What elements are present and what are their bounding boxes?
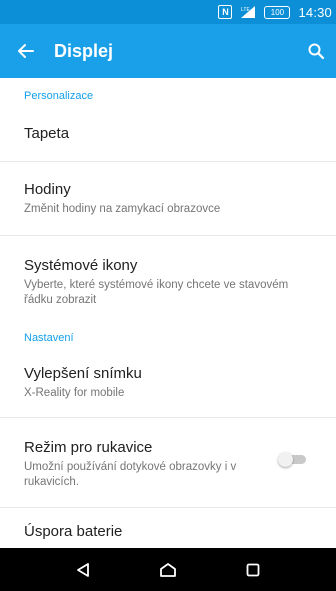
navigation-bar [0, 548, 336, 591]
status-bar: N LTE 100 14:30 [0, 0, 336, 24]
settings-item-systemove-ikony[interactable]: Systémové ikony Vyberte, které systémové… [0, 236, 336, 322]
search-button[interactable] [296, 24, 336, 78]
nfc-label: N [218, 5, 233, 19]
settings-item-rezim-pro-rukavice[interactable]: Režim pro rukavice Umožní používání doty… [0, 418, 336, 508]
item-subtitle: Vyberte, které systémové ikony chcete ve… [24, 279, 289, 306]
item-subtitle: Změnit hodiny na zamykací obrazovce [24, 203, 221, 215]
nav-home-button[interactable] [150, 552, 186, 588]
settings-item-tapeta[interactable]: Tapeta [0, 106, 336, 162]
item-title: Vylepšení snímku [24, 365, 142, 382]
settings-item-uspora-baterie[interactable]: Úspora baterie [0, 508, 336, 548]
settings-item-vylepseni-snimku[interactable]: Vylepšení snímku X-Reality for mobile [0, 348, 336, 418]
toggle-thumb [278, 452, 293, 467]
triangle-back-icon [76, 562, 89, 577]
back-button[interactable] [4, 24, 48, 78]
section-header-personalizace: Personalizace [24, 90, 94, 102]
item-title: Režim pro rukavice [24, 439, 153, 456]
nav-recents-button[interactable] [235, 552, 271, 588]
glove-mode-toggle[interactable] [278, 451, 306, 467]
battery-level: 100 [270, 7, 285, 17]
home-icon [160, 562, 176, 577]
item-title: Systémové ikony [24, 257, 138, 274]
app-bar: Displej [0, 24, 336, 78]
item-title: Tapeta [24, 125, 70, 142]
item-subtitle: Umožní používání dotykové obrazovky i v … [24, 461, 237, 488]
nav-back-button[interactable] [65, 552, 101, 588]
arrow-left-icon [18, 44, 34, 58]
item-title: Úspora baterie [24, 523, 123, 540]
item-title: Hodiny [24, 181, 71, 198]
recents-square-icon [246, 563, 260, 576]
settings-item-hodiny[interactable]: Hodiny Změnit hodiny na zamykací obrazov… [0, 162, 336, 236]
nfc-icon: N [218, 5, 233, 19]
section-header-nastaveni: Nastavení [24, 332, 74, 344]
signal-label: LTE [241, 7, 250, 13]
battery-icon: 100 [264, 5, 291, 19]
settings-list: Personalizace Tapeta Hodiny Změnit hodin… [0, 78, 336, 548]
status-time: 14:30 [298, 4, 332, 20]
signal-icon: LTE [240, 5, 256, 19]
page-title: Displej [54, 40, 114, 61]
search-icon [308, 43, 325, 60]
item-subtitle: X-Reality for mobile [24, 387, 125, 399]
